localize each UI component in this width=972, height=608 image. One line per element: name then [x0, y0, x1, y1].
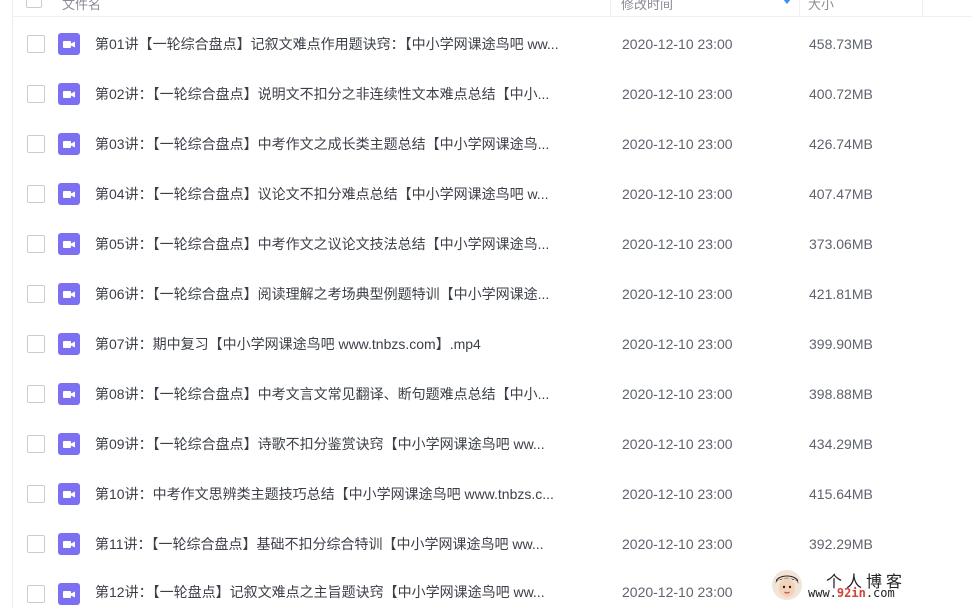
file-size: 426.74MB — [809, 136, 873, 152]
file-name[interactable]: 第04讲：【一轮综合盘点】议论文不扣分难点总结【中小学网课途鸟吧 w... — [95, 185, 600, 203]
file-name[interactable]: 第07讲：期中复习【中小学网课途鸟吧 www.tnbzs.com】.mp4 — [95, 335, 600, 353]
file-modified-time: 2020-12-10 23:00 — [622, 36, 733, 52]
file-name[interactable]: 第10讲：中考作文思辨类主题技巧总结【中小学网课途鸟吧 www.tnbzs.c.… — [95, 485, 600, 503]
watermark: 个人博客 www.92in.com — [772, 568, 960, 604]
file-row[interactable]: 第06讲：【一轮综合盘点】阅读理解之考场典型例题特训【中小学网课途... 2020… — [12, 269, 972, 319]
video-file-icon — [58, 283, 80, 305]
file-row[interactable]: 第03讲：【一轮综合盘点】中考作文之成长类主题总结【中小学网课途鸟... 2020… — [12, 119, 972, 169]
sort-descending-icon[interactable] — [783, 0, 791, 4]
file-row[interactable]: 第05讲：【一轮综合盘点】中考作文之议论文技法总结【中小学网课途鸟... 2020… — [12, 219, 972, 269]
file-size: 398.88MB — [809, 386, 873, 402]
file-modified-time: 2020-12-10 23:00 — [622, 186, 733, 202]
row-checkbox[interactable] — [27, 485, 45, 503]
row-checkbox[interactable] — [27, 285, 45, 303]
select-all-checkbox[interactable] — [26, 0, 42, 8]
file-name[interactable]: 第11讲：【一轮综合盘点】基础不扣分综合特训【中小学网课途鸟吧 ww... — [95, 535, 600, 553]
file-size: 458.73MB — [809, 36, 873, 52]
file-modified-time: 2020-12-10 23:00 — [622, 536, 733, 552]
file-name[interactable]: 第06讲：【一轮综合盘点】阅读理解之考场典型例题特训【中小学网课途... — [95, 285, 600, 303]
video-file-icon — [58, 233, 80, 255]
avatar-face-icon — [775, 575, 799, 597]
video-file-icon — [58, 533, 80, 555]
watermark-url: www.92in.com — [808, 586, 895, 600]
file-modified-time: 2020-12-10 23:00 — [622, 286, 733, 302]
watermark-url-suffix: .com — [865, 586, 895, 600]
file-name[interactable]: 第01讲【一轮综合盘点】记叙文难点作用题诀窍：【中小学网课途鸟吧 ww... — [95, 35, 600, 53]
video-file-icon — [58, 383, 80, 405]
watermark-url-brand: 92in — [836, 586, 866, 600]
video-file-icon — [58, 583, 80, 605]
video-file-icon — [58, 483, 80, 505]
video-file-icon — [58, 333, 80, 355]
file-modified-time: 2020-12-10 23:00 — [622, 236, 733, 252]
column-divider — [922, 0, 923, 16]
row-checkbox[interactable] — [27, 585, 45, 603]
file-size: 400.72MB — [809, 86, 873, 102]
file-name[interactable]: 第08讲：【一轮综合盘点】中考文言文常见翻译、断句题难点总结【中小... — [95, 385, 600, 403]
file-row[interactable]: 第10讲：中考作文思辨类主题技巧总结【中小学网课途鸟吧 www.tnbzs.c.… — [12, 469, 972, 519]
row-checkbox[interactable] — [27, 385, 45, 403]
video-file-icon — [58, 183, 80, 205]
row-checkbox[interactable] — [27, 35, 45, 53]
file-modified-time: 2020-12-10 23:00 — [622, 386, 733, 402]
row-checkbox[interactable] — [27, 85, 45, 103]
file-name[interactable]: 第12讲：【一轮盘点】记叙文难点之主旨题诀窍【中小学网课途鸟吧 ww... — [95, 583, 600, 601]
row-checkbox[interactable] — [27, 185, 45, 203]
file-size: 434.29MB — [809, 436, 873, 452]
watermark-avatar — [772, 570, 802, 600]
file-row[interactable]: 第07讲：期中复习【中小学网课途鸟吧 www.tnbzs.com】.mp4 202… — [12, 319, 972, 369]
table-header: 文件名 修改时间 大小 — [12, 0, 972, 17]
file-row[interactable]: 第11讲：【一轮综合盘点】基础不扣分综合特训【中小学网课途鸟吧 ww... 202… — [12, 519, 972, 569]
file-row[interactable]: 第04讲：【一轮综合盘点】议论文不扣分难点总结【中小学网课途鸟吧 w... 202… — [12, 169, 972, 219]
video-file-icon — [58, 33, 80, 55]
file-modified-time: 2020-12-10 23:00 — [622, 86, 733, 102]
file-modified-time: 2020-12-10 23:00 — [622, 336, 733, 352]
file-row[interactable]: 第09讲：【一轮综合盘点】诗歌不扣分鉴赏诀窍【中小学网课途鸟吧 ww... 202… — [12, 419, 972, 469]
column-header-name[interactable]: 文件名 — [62, 0, 101, 13]
file-size: 392.29MB — [809, 536, 873, 552]
row-checkbox[interactable] — [27, 135, 45, 153]
file-list-window: 文件名 修改时间 大小 第01讲【一轮综合盘点】记叙文难点作用题诀窍：【中小学网… — [0, 0, 972, 608]
file-size: 373.06MB — [809, 236, 873, 252]
row-checkbox[interactable] — [27, 535, 45, 553]
video-file-icon — [58, 133, 80, 155]
watermark-url-prefix: www. — [808, 586, 837, 600]
file-row[interactable]: 第08讲：【一轮综合盘点】中考文言文常见翻译、断句题难点总结【中小... 2020… — [12, 369, 972, 419]
file-size: 415.64MB — [809, 486, 873, 502]
file-name[interactable]: 第05讲：【一轮综合盘点】中考作文之议论文技法总结【中小学网课途鸟... — [95, 235, 600, 253]
file-size: 407.47MB — [809, 186, 873, 202]
file-row[interactable]: 第01讲【一轮综合盘点】记叙文难点作用题诀窍：【中小学网课途鸟吧 ww... 20… — [12, 19, 972, 69]
video-file-icon — [58, 83, 80, 105]
file-name[interactable]: 第03讲：【一轮综合盘点】中考作文之成长类主题总结【中小学网课途鸟... — [95, 135, 600, 153]
column-header-modified-label: 修改时间 — [621, 0, 674, 12]
file-name[interactable]: 第09讲：【一轮综合盘点】诗歌不扣分鉴赏诀窍【中小学网课途鸟吧 ww... — [95, 435, 600, 453]
file-modified-time: 2020-12-10 23:00 — [622, 436, 733, 452]
row-checkbox[interactable] — [27, 435, 45, 453]
file-size: 421.81MB — [809, 286, 873, 302]
file-modified-time: 2020-12-10 23:00 — [622, 486, 733, 502]
file-modified-time: 2020-12-10 23:00 — [622, 136, 733, 152]
file-size: 399.90MB — [809, 336, 873, 352]
row-checkbox[interactable] — [27, 235, 45, 253]
file-modified-time: 2020-12-10 23:00 — [622, 584, 733, 600]
video-file-icon — [58, 433, 80, 455]
file-row[interactable]: 第02讲：【一轮综合盘点】说明文不扣分之非连续性文本难点总结【中小... 2020… — [12, 69, 972, 119]
file-name[interactable]: 第02讲：【一轮综合盘点】说明文不扣分之非连续性文本难点总结【中小... — [95, 85, 600, 103]
column-header-size[interactable]: 大小 — [808, 0, 834, 13]
column-header-modified[interactable]: 修改时间 — [610, 0, 800, 16]
row-checkbox[interactable] — [27, 335, 45, 353]
